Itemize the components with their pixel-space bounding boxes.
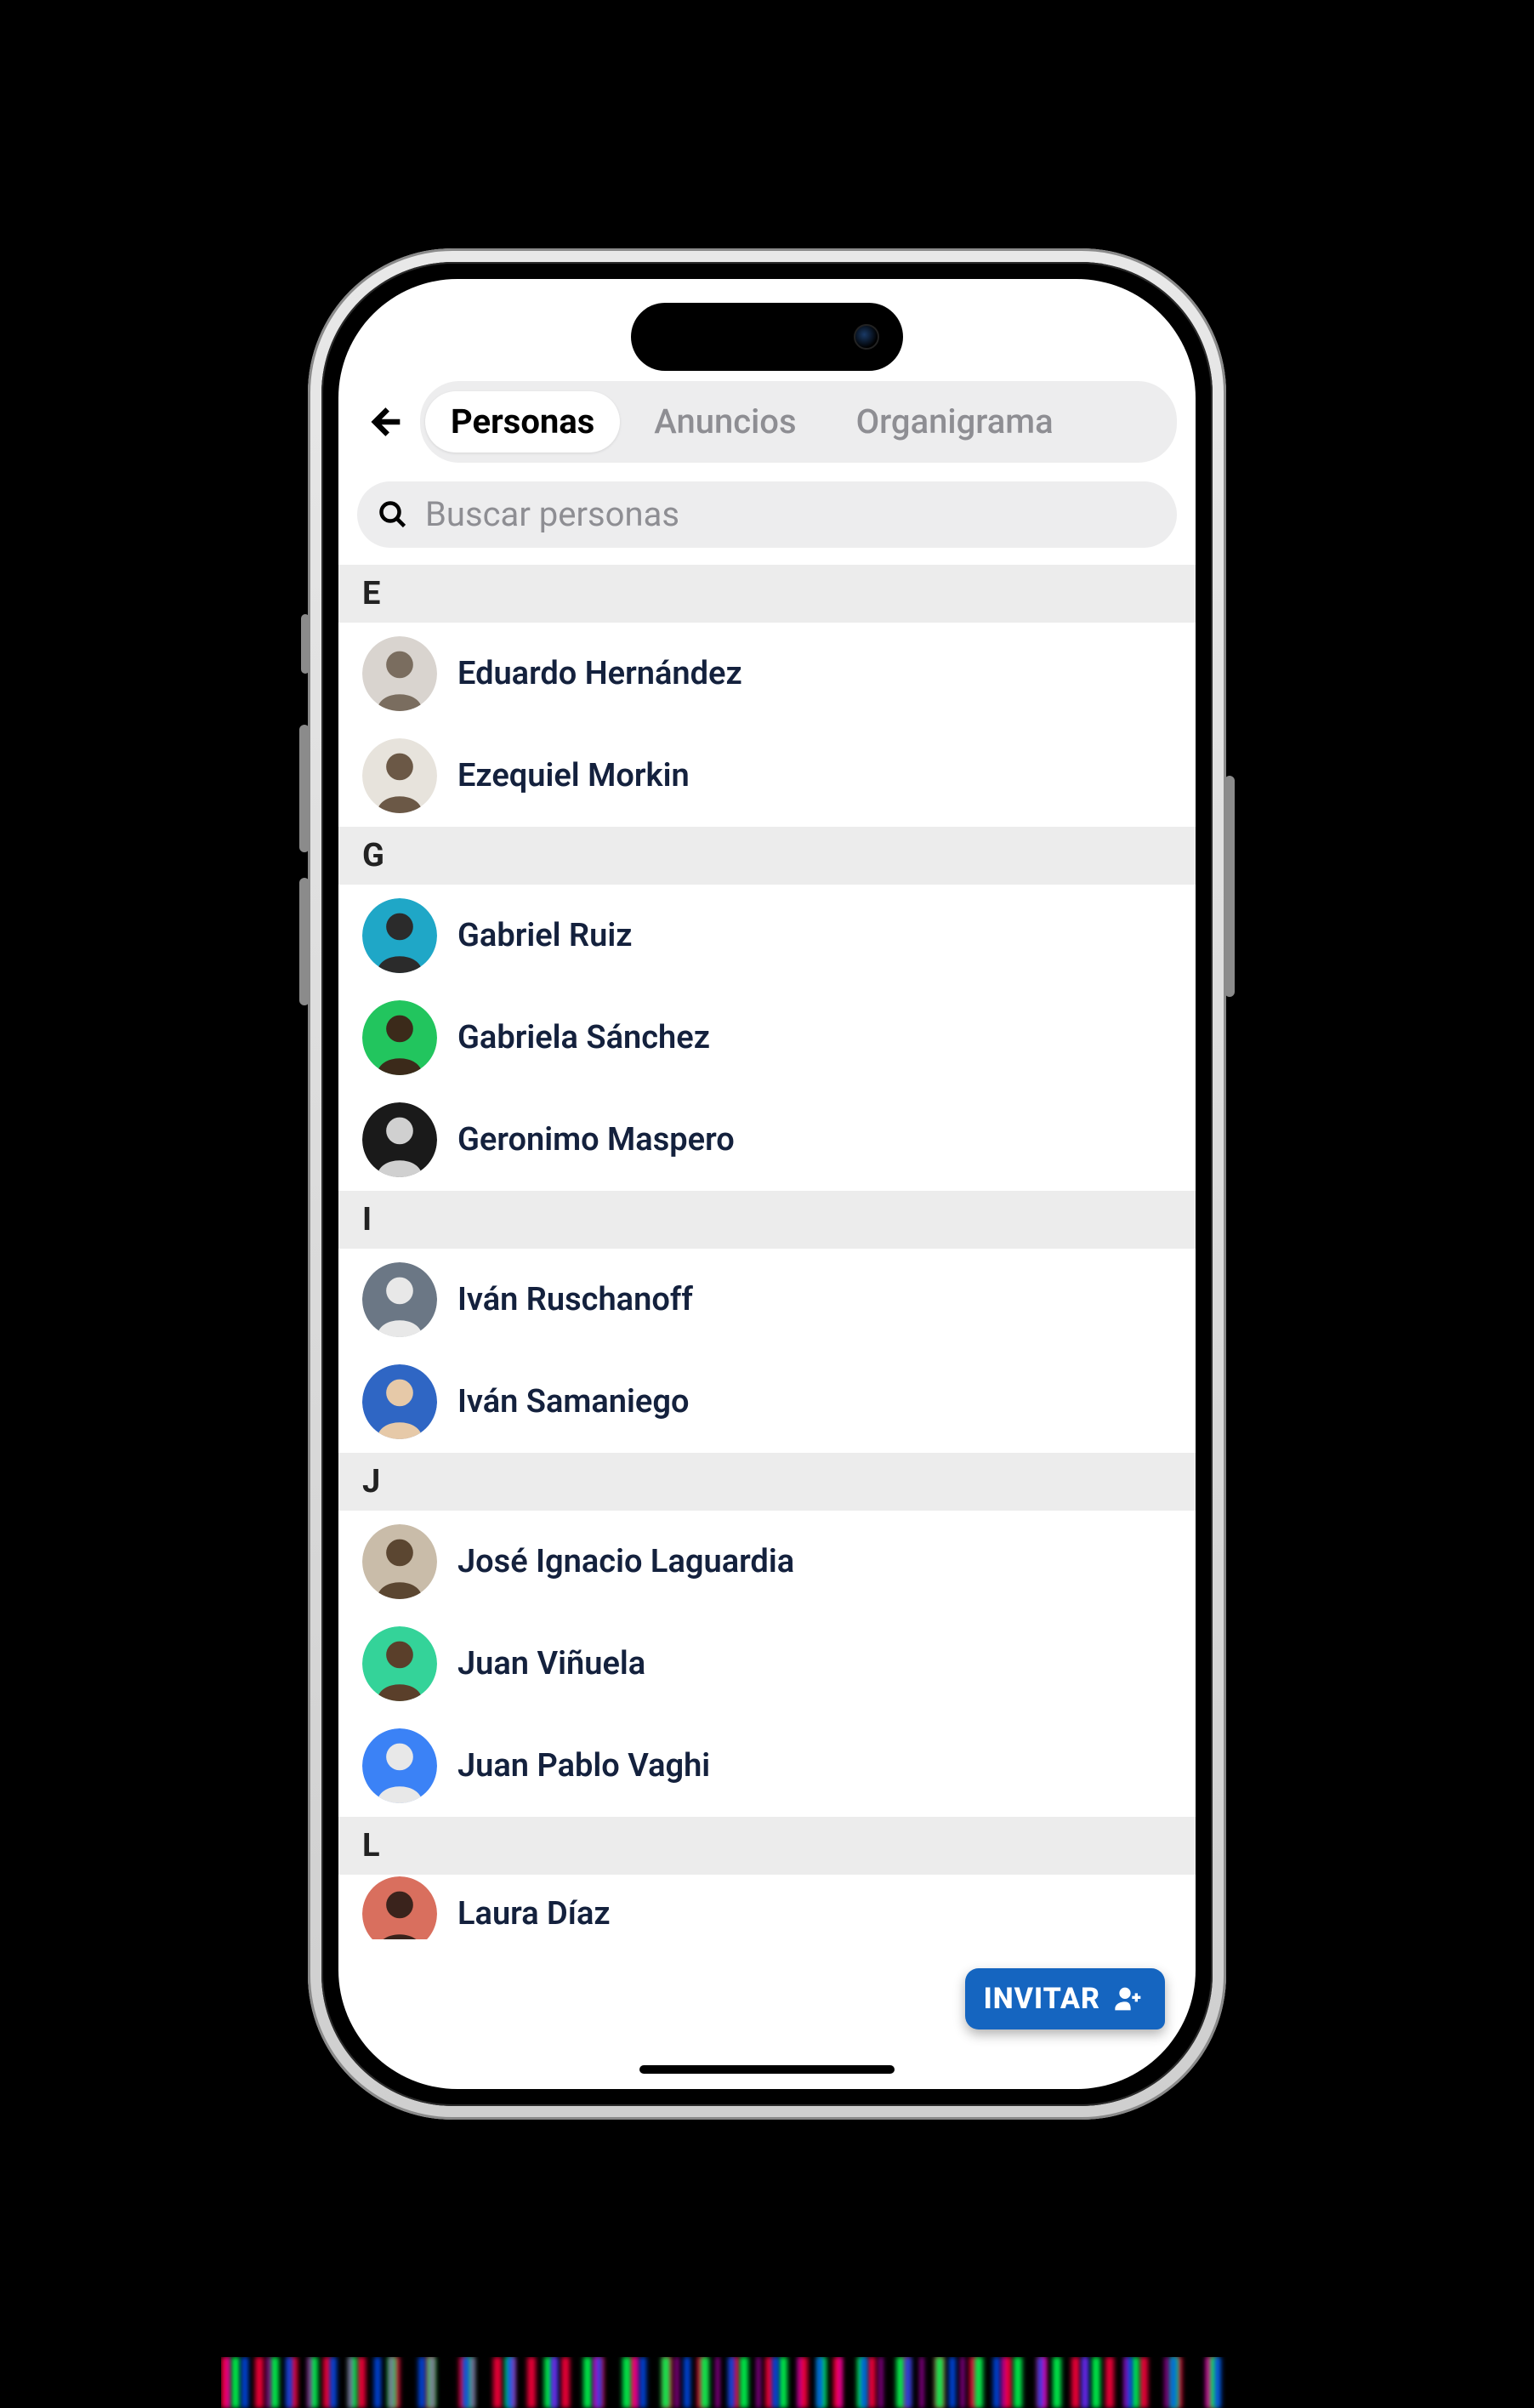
avatar — [362, 1102, 437, 1177]
person-name: Iván Samaniego — [457, 1383, 689, 1420]
people-list[interactable]: E Eduardo Hernández Ezequiel Morkin G Gab… — [338, 565, 1196, 2089]
person-name: José Ignacio Laguardia — [457, 1543, 794, 1580]
list-item[interactable]: Gabriel Ruiz — [338, 885, 1196, 987]
tab-personas[interactable]: Personas — [425, 391, 620, 453]
person-name: Ezequiel Morkin — [457, 757, 690, 794]
mute-switch — [301, 614, 310, 674]
user-plus-icon — [1112, 1982, 1146, 2016]
dynamic-island — [631, 303, 903, 371]
avatar — [362, 1728, 437, 1803]
avatar — [362, 898, 437, 973]
avatar-icon — [362, 738, 437, 813]
avatar-icon — [362, 1626, 437, 1701]
avatar — [362, 738, 437, 813]
tab-anuncios[interactable]: Anuncios — [628, 391, 821, 453]
list-item[interactable]: Gabriela Sánchez — [338, 987, 1196, 1089]
volume-up-button — [299, 725, 310, 852]
section-header: E — [338, 565, 1196, 623]
phone-frame: PersonasAnunciosOrganigrama E Eduardo He… — [308, 248, 1226, 2120]
list-item[interactable]: Iván Ruschanoff — [338, 1249, 1196, 1351]
list-item[interactable]: Iván Samaniego — [338, 1351, 1196, 1453]
list-item[interactable]: Juan Pablo Vaghi — [338, 1715, 1196, 1817]
list-item[interactable]: Laura Díaz — [338, 1875, 1196, 1939]
avatar — [362, 1626, 437, 1701]
phone-screen: PersonasAnunciosOrganigrama E Eduardo He… — [338, 279, 1196, 2089]
front-camera-icon — [854, 324, 879, 350]
avatar-icon — [362, 1262, 437, 1337]
invite-button[interactable]: INVITAR — [965, 1968, 1165, 2029]
avatar — [362, 1876, 437, 1939]
list-item[interactable]: José Ignacio Laguardia — [338, 1511, 1196, 1613]
avatar-icon — [362, 1364, 437, 1439]
person-name: Eduardo Hernández — [457, 655, 742, 692]
avatar — [362, 1262, 437, 1337]
section-header: L — [338, 1817, 1196, 1875]
avatar-icon — [362, 1524, 437, 1599]
person-name: Juan Pablo Vaghi — [457, 1747, 710, 1785]
section-header: G — [338, 827, 1196, 885]
list-item[interactable]: Geronimo Maspero — [338, 1089, 1196, 1191]
avatar — [362, 1524, 437, 1599]
power-button — [1224, 776, 1235, 997]
avatar-icon — [362, 898, 437, 973]
app-root: PersonasAnunciosOrganigrama E Eduardo He… — [338, 279, 1196, 2089]
list-item[interactable]: Juan Viñuela — [338, 1613, 1196, 1715]
person-name: Iván Ruschanoff — [457, 1281, 693, 1318]
person-name: Juan Viñuela — [457, 1645, 645, 1682]
search-input[interactable] — [423, 493, 1156, 535]
home-indicator[interactable] — [639, 2065, 895, 2074]
person-name: Laura Díaz — [457, 1895, 611, 1933]
avatar-icon — [362, 1728, 437, 1803]
search-icon — [378, 499, 408, 530]
list-item[interactable]: Eduardo Hernández — [338, 623, 1196, 725]
list-item[interactable]: Ezequiel Morkin — [338, 725, 1196, 827]
avatar-icon — [362, 1102, 437, 1177]
invite-label: INVITAR — [984, 1982, 1100, 2016]
avatar — [362, 1364, 437, 1439]
arrow-left-icon — [366, 403, 403, 441]
section-header: J — [338, 1453, 1196, 1511]
top-bar: PersonasAnunciosOrganigrama — [338, 381, 1196, 476]
back-button[interactable] — [357, 395, 412, 449]
phone-bezel: PersonasAnunciosOrganigrama E Eduardo He… — [321, 262, 1213, 2106]
avatar-icon — [362, 1876, 437, 1939]
volume-down-button — [299, 878, 310, 1005]
tab-organigrama[interactable]: Organigrama — [831, 391, 1079, 453]
tab-bar: PersonasAnunciosOrganigrama — [420, 381, 1177, 463]
search-field[interactable] — [357, 481, 1177, 548]
avatar — [362, 1000, 437, 1075]
section-header: I — [338, 1191, 1196, 1249]
person-name: Gabriel Ruiz — [457, 917, 632, 954]
person-name: Gabriela Sánchez — [457, 1019, 710, 1056]
person-name: Geronimo Maspero — [457, 1121, 735, 1158]
avatar — [362, 636, 437, 711]
avatar-icon — [362, 1000, 437, 1075]
chromatic-fringe-decoration — [221, 2357, 1241, 2408]
avatar-icon — [362, 636, 437, 711]
